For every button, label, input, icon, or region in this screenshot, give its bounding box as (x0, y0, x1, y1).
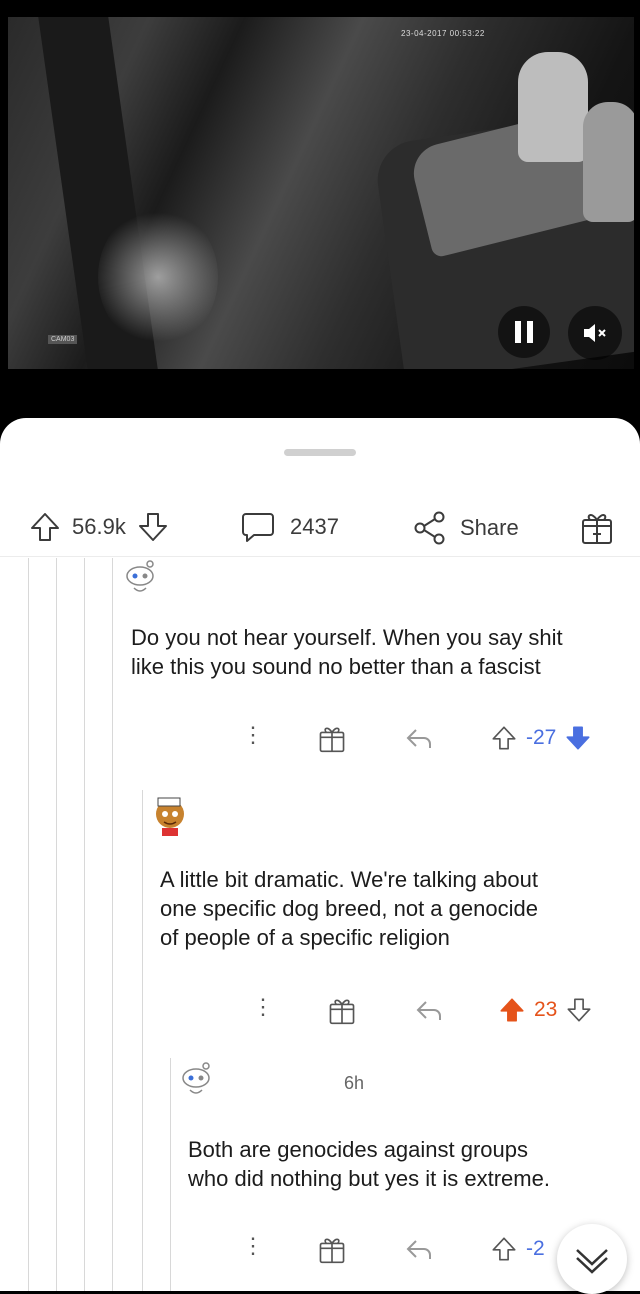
gift-award-icon[interactable] (318, 1235, 346, 1265)
comment-age: 6h (344, 1073, 365, 1093)
upvote-count: 56.9k (72, 514, 126, 539)
reply-icon[interactable] (404, 1237, 434, 1263)
comment-text-line: like this you sound no better than a fas… (131, 654, 541, 679)
comment-text-line: A little bit dramatic. We're talking abo… (160, 867, 538, 892)
pause-icon (515, 321, 521, 343)
upvote-arrow-icon[interactable] (28, 510, 62, 544)
award-button[interactable] (580, 510, 614, 546)
downvote-arrow-icon[interactable] (136, 510, 170, 544)
user-avatar-icon[interactable] (176, 1060, 216, 1100)
more-options-icon[interactable]: ⋮ (242, 1235, 264, 1257)
vote-group: 56.9k (28, 510, 170, 544)
share-label: Share (460, 515, 519, 540)
pause-button[interactable] (498, 306, 550, 358)
thread-line[interactable] (170, 1058, 171, 1291)
video-frame[interactable]: 23-04-2017 00:53:22 CAM03 (8, 17, 634, 369)
comment-body: Do you not hear yourself. When you say s… (131, 623, 563, 681)
share-button[interactable]: Share (412, 510, 519, 546)
comment-text-line: one specific dog breed, not a genocide (160, 896, 538, 921)
thread-line[interactable] (56, 558, 57, 1291)
thread-line[interactable] (84, 558, 85, 1291)
comment-text-line: who did nothing but yes it is extreme. (188, 1166, 550, 1191)
video-scene-person (518, 52, 588, 162)
thread-line[interactable] (112, 558, 113, 1291)
video-timestamp: 23-04-2017 00:53:22 (401, 29, 485, 38)
comment-score: 23 (534, 998, 558, 1021)
comment-body: Both are genocides against groups who di… (188, 1135, 550, 1193)
scroll-next-button[interactable] (557, 1224, 627, 1294)
comment-text-line: of people of a specific religion (160, 925, 450, 950)
comments-sheet: 56.9k 2437 Share Do you not hear yoursel… (0, 418, 640, 1291)
comments-button[interactable]: 2437 (240, 510, 339, 544)
reply-icon[interactable] (414, 998, 444, 1024)
comment-bubble-icon (242, 513, 274, 542)
gift-award-icon[interactable] (328, 996, 356, 1026)
comment-body: A little bit dramatic. We're talking abo… (160, 865, 538, 952)
downvote-arrow-icon[interactable] (565, 996, 593, 1024)
reply-icon[interactable] (404, 726, 434, 752)
comment-vote-group: 23 (498, 996, 593, 1024)
video-scene-person (583, 102, 634, 222)
comment-score: -27 (526, 726, 557, 749)
more-options-icon[interactable]: ⋮ (242, 724, 264, 746)
camera-label: CAM03 (48, 335, 78, 344)
user-avatar-icon[interactable] (120, 558, 160, 598)
downvote-arrow-icon[interactable] (564, 724, 592, 752)
thread-line[interactable] (28, 558, 29, 1291)
comment-vote-group: -2 (490, 1235, 553, 1263)
post-action-bar: 56.9k 2437 Share (0, 502, 640, 557)
more-options-icon[interactable]: ⋮ (252, 996, 274, 1018)
comment-text-line: Both are genocides against groups (188, 1137, 529, 1162)
user-avatar-icon[interactable] (148, 792, 192, 840)
video-scene-light (98, 207, 218, 347)
upvote-arrow-icon[interactable] (490, 1235, 518, 1263)
gift-award-icon (582, 514, 612, 544)
video-player[interactable]: 23-04-2017 00:53:22 CAM03 (0, 0, 640, 418)
comment-score: -2 (526, 1237, 545, 1260)
drag-handle[interactable] (284, 449, 356, 456)
mute-button[interactable] (568, 306, 622, 360)
upvote-arrow-icon[interactable] (498, 996, 526, 1024)
pause-icon (527, 321, 533, 343)
thread-line[interactable] (142, 790, 143, 1291)
comment-text-line: Do you not hear yourself. When you say s… (131, 625, 563, 650)
gift-award-icon[interactable] (318, 724, 346, 754)
upvote-arrow-icon[interactable] (490, 724, 518, 752)
chevron-down-icon (576, 1249, 608, 1274)
comment-vote-group: -27 (490, 724, 592, 752)
comment-count: 2437 (290, 514, 339, 539)
mute-icon (584, 324, 606, 342)
share-icon (414, 511, 445, 545)
